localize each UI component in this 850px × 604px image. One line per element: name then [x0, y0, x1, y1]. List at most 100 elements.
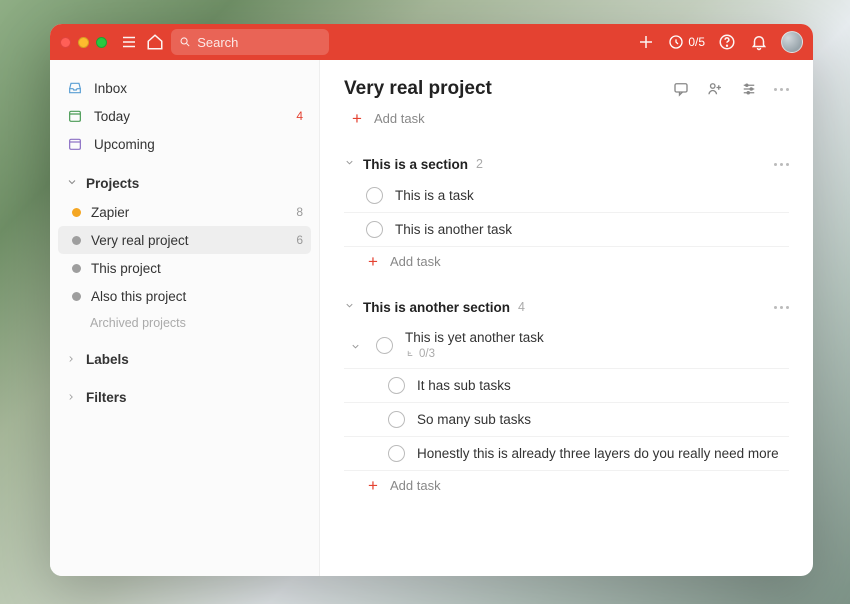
task-checkbox[interactable]	[376, 337, 393, 354]
search-icon	[179, 35, 191, 49]
task-checkbox[interactable]	[388, 411, 405, 428]
titlebar: 0/5	[50, 24, 813, 60]
sidebar-archived-projects[interactable]: Archived projects	[58, 310, 311, 336]
project-color-dot	[72, 264, 81, 273]
chevron-down-icon[interactable]	[350, 340, 361, 351]
project-color-dot	[72, 292, 81, 301]
task-checkbox[interactable]	[388, 445, 405, 462]
add-task-label: Add task	[390, 478, 441, 493]
add-icon[interactable]	[636, 32, 656, 52]
section-more-icon[interactable]	[774, 306, 789, 309]
task-text: This is a task	[395, 188, 474, 203]
more-options-icon[interactable]	[774, 80, 789, 98]
comments-icon[interactable]	[672, 80, 690, 98]
project-count: 8	[296, 205, 303, 219]
share-icon[interactable]	[706, 80, 724, 98]
sidebar-item-today[interactable]: Today 4	[58, 102, 311, 130]
section-header[interactable]: This is another section 4	[344, 298, 789, 322]
sidebar-item-label: Today	[94, 109, 130, 124]
main-content: Very real project + Add task This is a s…	[320, 60, 813, 576]
help-icon[interactable]	[717, 32, 737, 52]
section-block: This is another section 4 This is yet an…	[344, 298, 789, 500]
project-color-dot	[72, 208, 81, 217]
sidebar-item-inbox[interactable]: Inbox	[58, 74, 311, 102]
section-more-icon[interactable]	[774, 163, 789, 166]
sidebar-projects-header[interactable]: Projects	[58, 168, 311, 198]
karma-icon	[668, 34, 684, 50]
section-title: This is another section	[363, 300, 510, 315]
sidebar: Inbox Today 4 Upcoming Projects Zapier	[50, 60, 320, 576]
sidebar-section-label: Projects	[86, 176, 139, 191]
view-options-icon[interactable]	[740, 80, 758, 98]
sidebar-project-item[interactable]: Also this project	[58, 282, 311, 310]
add-task-label: Add task	[374, 111, 425, 126]
sidebar-item-label: Upcoming	[94, 137, 155, 152]
search-input[interactable]	[197, 35, 321, 50]
chevron-down-icon	[344, 155, 355, 173]
section-header[interactable]: This is a section 2	[344, 155, 789, 179]
subtask-count: 0/3	[405, 348, 544, 360]
task-text: Honestly this is already three layers do…	[417, 446, 779, 461]
today-count: 4	[296, 109, 303, 123]
titlebar-right: 0/5	[636, 31, 803, 53]
project-name: Zapier	[91, 205, 129, 220]
avatar[interactable]	[781, 31, 803, 53]
sidebar-project-item[interactable]: Very real project 6	[58, 226, 311, 254]
task-text: So many sub tasks	[417, 412, 531, 427]
chevron-down-icon	[66, 176, 78, 191]
home-icon[interactable]	[145, 32, 165, 52]
task-checkbox[interactable]	[366, 221, 383, 238]
subtask-row[interactable]: So many sub tasks	[344, 403, 789, 437]
page-title: Very real project	[344, 78, 492, 100]
section-block: This is a section 2 This is a task This …	[344, 155, 789, 276]
sidebar-item-label: Inbox	[94, 81, 127, 96]
traffic-lights	[60, 37, 107, 48]
section-title: This is a section	[363, 157, 468, 172]
search-field[interactable]	[171, 29, 329, 55]
add-task-section[interactable]: + Add task	[344, 247, 789, 276]
project-name: Also this project	[91, 289, 186, 304]
menu-icon[interactable]	[119, 32, 139, 52]
subtask-row[interactable]: It has sub tasks	[344, 369, 789, 403]
sidebar-item-upcoming[interactable]: Upcoming	[58, 130, 311, 158]
add-task-label: Add task	[390, 254, 441, 269]
task-text: This is another task	[395, 222, 512, 237]
chevron-down-icon	[344, 298, 355, 316]
sidebar-project-item[interactable]: Zapier 8	[58, 198, 311, 226]
inbox-icon	[66, 79, 84, 97]
section-count: 2	[476, 157, 483, 171]
task-row[interactable]: This is another task	[344, 213, 789, 247]
add-task-top[interactable]: + Add task	[344, 104, 789, 133]
sidebar-section-label: Labels	[86, 352, 129, 367]
maximize-window-button[interactable]	[96, 37, 107, 48]
today-icon	[66, 107, 84, 125]
task-checkbox[interactable]	[388, 377, 405, 394]
karma-indicator[interactable]: 0/5	[668, 34, 705, 50]
task-row[interactable]: This is a task	[344, 179, 789, 213]
task-row[interactable]: This is yet another task 0/3	[344, 322, 789, 369]
project-color-dot	[72, 236, 81, 245]
task-text: It has sub tasks	[417, 378, 511, 393]
plus-icon: +	[350, 110, 364, 127]
sidebar-labels-header[interactable]: Labels	[58, 344, 311, 374]
upcoming-icon	[66, 135, 84, 153]
chevron-right-icon	[66, 390, 76, 405]
close-window-button[interactable]	[60, 37, 71, 48]
karma-text: 0/5	[688, 35, 705, 49]
minimize-window-button[interactable]	[78, 37, 89, 48]
add-task-section[interactable]: + Add task	[344, 471, 789, 500]
app-window: 0/5 Inbox Today	[50, 24, 813, 576]
subtask-row[interactable]: Honestly this is already three layers do…	[344, 437, 789, 471]
project-name: This project	[91, 261, 161, 276]
project-name: Very real project	[91, 233, 189, 248]
notifications-icon[interactable]	[749, 32, 769, 52]
sidebar-section-label: Filters	[86, 390, 127, 405]
section-count: 4	[518, 300, 525, 314]
task-text: This is yet another task	[405, 330, 544, 345]
task-checkbox[interactable]	[366, 187, 383, 204]
chevron-right-icon	[66, 352, 76, 367]
plus-icon: +	[366, 477, 380, 494]
sidebar-filters-header[interactable]: Filters	[58, 382, 311, 412]
project-count: 6	[296, 233, 303, 247]
sidebar-project-item[interactable]: This project	[58, 254, 311, 282]
